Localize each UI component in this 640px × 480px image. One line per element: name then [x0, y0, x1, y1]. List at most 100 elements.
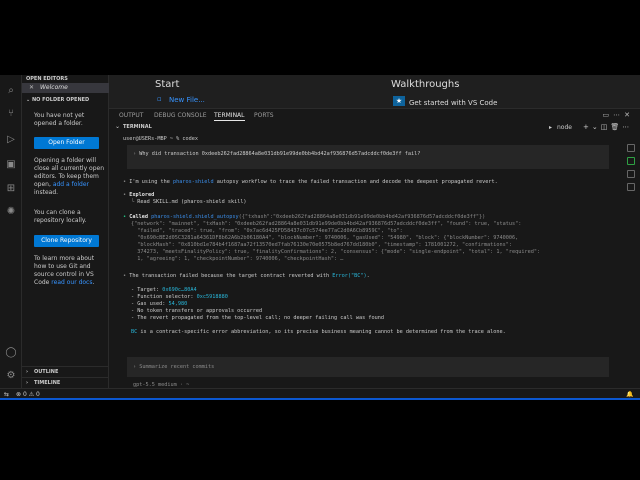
composer-placeholder: Summarize recent commits [139, 364, 215, 370]
run-debug-icon[interactable]: ▷ [5, 134, 17, 146]
new-file-link[interactable]: New File... [169, 96, 205, 104]
chevron-right-icon: › [26, 380, 29, 386]
open-folder-text-2: instead. [34, 189, 59, 196]
new-terminal-icon[interactable]: + [583, 123, 592, 131]
editor-area: Start ▫ New File... Walkthroughs ★ Get s… [109, 75, 640, 108]
chevron-down-icon[interactable]: ⌄ [115, 123, 120, 130]
welcome-tab-label: Welcome [40, 84, 68, 91]
result-line: 1, "agreeing": 1, "checkpointNumber": 97… [131, 256, 344, 262]
close-icon[interactable]: ✕ [29, 83, 34, 93]
codex-icon[interactable]: ✺ [5, 206, 17, 218]
read-docs-link[interactable]: read our docs [51, 279, 92, 286]
star-icon: ★ [393, 96, 405, 106]
terminal-instance-icon[interactable] [627, 144, 635, 152]
tab-ports[interactable]: PORTS [254, 111, 274, 121]
bullet-label: - Target: [131, 287, 163, 293]
source-control-icon[interactable]: ⑂ [5, 108, 17, 120]
result-line: 374273, "meetsFinalityPolicy": true, "fi… [131, 249, 541, 255]
answer-error: Error("BC") [332, 273, 367, 279]
bullet-transfers: - No token transfers or approvals occurr… [131, 308, 263, 314]
result-line: {"network": "mainnet", "txHash": "0xdeeb… [131, 221, 522, 227]
answer-text-2: . [366, 273, 370, 279]
answer-line: • The transaction failed because the tar… [123, 273, 370, 280]
composer-input[interactable]: › Summarize recent commits [133, 364, 214, 371]
open-editor-welcome[interactable]: ✕ Welcome [22, 83, 109, 93]
right-gutter [624, 138, 640, 388]
extensions-icon[interactable]: ⊞ [5, 183, 17, 195]
activity-bar: ⌕ ⑂ ▷ ▣ ⊞ ✺ ◯ ⚙ [0, 75, 22, 388]
bullet-gas: - Gas used: 54,980 [131, 301, 187, 308]
account-icon[interactable]: ◯ [5, 347, 17, 359]
walkthroughs-heading: Walkthroughs [391, 79, 460, 90]
trash-icon[interactable]: 🗑 [610, 123, 622, 131]
terminal-instance-icon[interactable] [627, 183, 635, 191]
no-folder-label: NO FOLDER OPENED [31, 97, 90, 103]
clone-text: You can clone a repository locally. [34, 209, 87, 224]
result-line: "0x690cBE2d05C3281a64361DF8b62A6b2b06180… [131, 235, 519, 241]
error-icon: ⊗ [16, 391, 22, 398]
maximize-icon[interactable]: ▭ [603, 111, 614, 119]
explorer-sidebar: OPEN EDITORS ✕ Welcome ⌄ NO FOLDER OPENE… [22, 75, 109, 388]
search-icon[interactable]: ⌕ [5, 85, 17, 97]
warning-count: 0 [36, 391, 40, 398]
bc-text: is a contract-specific error abbreviatio… [137, 329, 506, 335]
more-icon[interactable]: ⋯ [622, 123, 632, 131]
tab-terminal[interactable]: TERMINAL [214, 111, 245, 121]
called-line: • Called pharos-shield.shield_autopsy({"… [123, 214, 485, 221]
not-opened-text: You have not yet opened a folder. [34, 112, 85, 127]
terminal-header: ⌄ TERMINAL ▸ node +⌄◫🗑⋯ [109, 121, 640, 132]
remote-explorer-icon[interactable]: ▣ [5, 159, 17, 171]
bullet-value: 54,980 [168, 301, 188, 307]
terminal-instance-icon[interactable] [627, 170, 635, 178]
timeline-section[interactable]: › TIMELINE [22, 377, 109, 387]
terminal-actions[interactable]: +⌄◫🗑⋯ [583, 123, 632, 131]
bullet-revert: - The revert propagated from the top-lev… [131, 315, 384, 321]
result-line: "failed", "traced": true, "from": "0x7ac… [131, 228, 403, 234]
terminal-instance-icon[interactable] [627, 157, 635, 165]
terminal-title: TERMINAL [123, 124, 152, 130]
more-icon[interactable]: ⋯ [613, 111, 624, 119]
open-folder-info: Opening a folder will close all currentl… [34, 157, 106, 197]
start-heading: Start [155, 79, 180, 90]
open-folder-button[interactable]: Open Folder [34, 137, 99, 149]
settings-gear-icon[interactable]: ⚙ [5, 370, 17, 382]
outline-label: OUTLINE [34, 369, 59, 375]
bc-line: BC is a contract-specific error abbrevia… [131, 329, 506, 336]
read-skill-line: └ Read SKILL.md (pharos-shield skill) [131, 199, 247, 206]
dropdown-icon[interactable]: ⌄ [592, 123, 601, 131]
no-folder-header[interactable]: ⌄ NO FOLDER OPENED [22, 96, 109, 105]
explored-line: • Explored [123, 192, 154, 199]
open-editors-header[interactable]: OPEN EDITORS [22, 75, 108, 83]
panel-tabs: OUTPUT DEBUG CONSOLE TERMINAL PORTS ▭⋯✕ [109, 109, 640, 121]
timeline-label: TIMELINE [34, 380, 61, 386]
tab-output[interactable]: OUTPUT [119, 111, 143, 121]
error-count: 0 [22, 391, 27, 398]
called-label: Called [129, 214, 148, 220]
split-icon[interactable]: ◫ [601, 123, 611, 131]
called-function: pharos-shield.shield_autopsy [151, 214, 239, 220]
bottom-panel: OUTPUT DEBUG CONSOLE TERMINAL PORTS ▭⋯✕ … [109, 108, 640, 388]
using-text-2: autopsy workflow to trace the failed tra… [213, 179, 498, 185]
outline-section[interactable]: › OUTLINE [22, 366, 109, 376]
learn-more-text: To learn more about how to use Git and s… [34, 255, 106, 287]
terminal-output[interactable]: user@USERs-MBP ~ % codex › Why did trans… [123, 136, 623, 389]
terminal-icon: ▸ [549, 124, 553, 131]
tab-debug-console[interactable]: DEBUG CONSOLE [154, 111, 207, 121]
vscode-window: ⌕ ⑂ ▷ ▣ ⊞ ✺ ◯ ⚙ OPEN EDITORS ✕ Welcome ⌄… [0, 75, 640, 400]
called-args: ({"txhash":"0xdeeb262fad28864a8e031db91e… [238, 214, 486, 220]
get-started-walkthrough[interactable]: Get started with VS Code [409, 99, 497, 107]
new-file-icon: ▫ [157, 95, 162, 103]
learn-text-2: . [92, 279, 95, 286]
close-panel-icon[interactable]: ✕ [624, 111, 634, 119]
chevron-right-icon: › [26, 369, 29, 375]
add-folder-link[interactable]: add a folder [53, 181, 89, 188]
clone-repository-button[interactable]: Clone Repository [34, 235, 99, 247]
result-line: "blockHash": "0x810bd1e784b4f1687aa72f13… [131, 242, 513, 248]
user-question-text: Why did transaction 0xdeeb262fad28864a8e… [139, 151, 421, 157]
bullet-selector: - Function selector: 0xc5918880 [131, 294, 228, 301]
bullet-label: - Function selector: [131, 294, 197, 300]
using-skill: pharos-shield [172, 179, 214, 185]
bottom-accent-line [0, 398, 640, 400]
panel-actions[interactable]: ▭⋯✕ [603, 111, 635, 119]
terminal-shell-label[interactable]: node [557, 124, 572, 131]
